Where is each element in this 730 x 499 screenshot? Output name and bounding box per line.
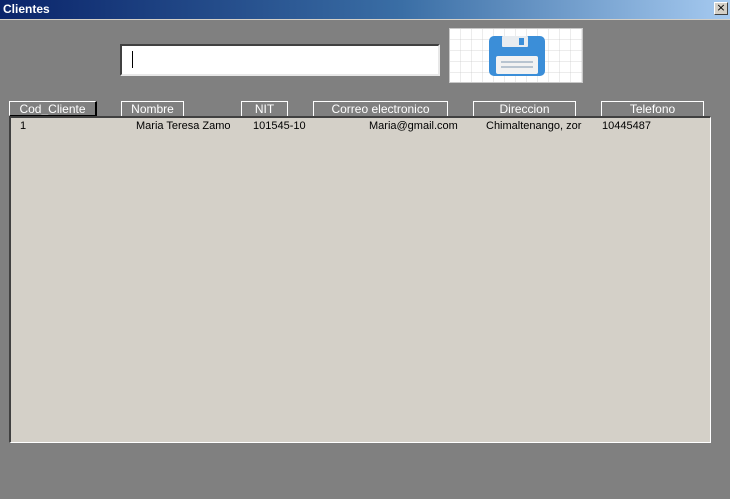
cell-direccion: Chimaltenango, zor [486, 120, 582, 132]
search-input[interactable] [128, 50, 432, 72]
table-row[interactable]: 1 Maria Teresa Zamo 101545-10 Maria@gmai… [11, 120, 710, 134]
window-title: Clientes [3, 2, 50, 16]
cell-nombre: Maria Teresa Zamo [136, 120, 231, 132]
clientes-list[interactable]: 1 Maria Teresa Zamo 101545-10 Maria@gmai… [9, 116, 711, 443]
floppy-disk-icon [489, 36, 545, 76]
cell-nit: 101545-10 [253, 120, 306, 132]
column-header-nombre[interactable]: Nombre [121, 101, 184, 116]
column-header-telefono[interactable]: Telefono [601, 101, 704, 116]
cell-cod-cliente: 1 [20, 120, 27, 132]
column-header-correo[interactable]: Correo electronico [313, 101, 448, 116]
column-header-direccion[interactable]: Direccion [473, 101, 576, 116]
column-header-nit[interactable]: NIT [241, 101, 288, 116]
close-icon: × [716, 1, 726, 14]
clientes-window: Clientes × Cod_Cliente Nombre NIT Correo… [0, 0, 730, 499]
cell-telefono: 10445487 [602, 120, 651, 132]
column-header-cod-cliente[interactable]: Cod_Cliente [9, 101, 97, 117]
close-button[interactable]: × [714, 2, 728, 15]
save-button[interactable] [449, 28, 583, 83]
cell-correo: Maria@gmail.com [369, 120, 458, 132]
search-field[interactable] [120, 44, 440, 76]
title-bar[interactable]: Clientes × [0, 0, 730, 20]
